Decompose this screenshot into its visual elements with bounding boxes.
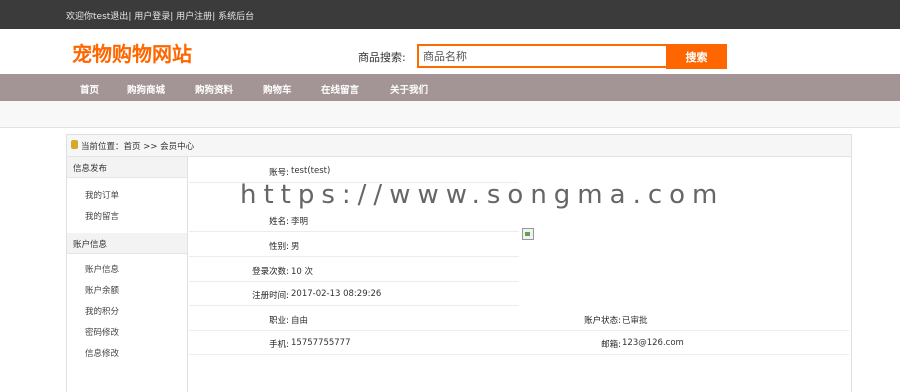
reg-time-value: 2017-02-13 08:29:26 — [291, 289, 382, 299]
sidebar: 信息发布 我的订单 我的留言 账户信息 账户信息 账户余额 我的积分 密码修改 … — [67, 157, 188, 392]
row-login-count: 登录次数: 10 次 — [189, 257, 519, 282]
sidebar-section-account: 账户信息 — [67, 233, 187, 254]
search-input[interactable] — [417, 44, 673, 68]
admin-link[interactable]: 系统后台 — [218, 12, 254, 22]
status-value: 已审批 — [622, 316, 648, 326]
sidebar-section-label: 信息发布 — [73, 164, 108, 174]
row-phone-email: 手机: 15757755777 邮箱: 123@126.com — [189, 330, 849, 355]
sidebar-item-edit-info[interactable]: 信息修改 — [85, 347, 119, 359]
separator: | — [170, 12, 174, 22]
separator: | — [212, 12, 216, 22]
main-nav: 首页 购狗商城 购狗资料 购物车 在线留言 关于我们 — [0, 74, 900, 101]
email-label: 邮箱: — [601, 340, 621, 350]
site-logo[interactable]: 宠物购物网站 — [72, 38, 192, 67]
home-icon — [71, 140, 78, 149]
row-job-status: 职业: 自由 账户状态: 已审批 — [189, 306, 849, 331]
gender-label: 性别: — [269, 242, 289, 252]
sidebar-item-points[interactable]: 我的积分 — [85, 305, 119, 317]
sidebar-item-account-info[interactable]: 账户信息 — [85, 263, 119, 275]
row-reg-time: 注册时间: 2017-02-13 08:29:26 — [189, 281, 519, 306]
nav-message[interactable]: 在线留言 — [321, 82, 359, 96]
gender-value: 男 — [291, 242, 300, 252]
sidebar-item-password[interactable]: 密码修改 — [85, 326, 119, 338]
sidebar-item-balance[interactable]: 账户余额 — [85, 284, 119, 296]
search-label: 商品搜索: — [358, 51, 406, 64]
nav-info[interactable]: 购狗资料 — [195, 82, 233, 96]
name-value: 李明 — [291, 217, 309, 227]
login-count-value: 10 次 — [291, 267, 314, 277]
welcome-text: 欢迎你test — [66, 12, 111, 22]
phone-value: 15757755777 — [291, 338, 351, 348]
top-bar: 欢迎你test退出| 用户登录| 用户注册| 系统后台 — [0, 0, 900, 29]
nav-shop[interactable]: 购狗商城 — [127, 82, 165, 96]
job-value: 自由 — [291, 316, 309, 326]
search-button[interactable]: 搜索 — [666, 44, 727, 69]
account-value: test(test) — [291, 166, 331, 176]
login-link[interactable]: 用户登录 — [134, 12, 170, 22]
job-label: 职业: — [269, 316, 289, 326]
email-value: 123@126.com — [622, 338, 684, 348]
nav-about[interactable]: 关于我们 — [390, 82, 428, 96]
row-gender: 性别: 男 — [189, 232, 519, 257]
register-link[interactable]: 用户注册 — [176, 12, 212, 22]
sidebar-section-label: 账户信息 — [73, 240, 108, 250]
member-panel: 当前位置：首页 >> 会员中心 信息发布 我的订单 我的留言 账户信息 账户信息… — [66, 134, 852, 392]
account-label: 账号: — [269, 168, 289, 178]
sidebar-section-publish: 信息发布 — [67, 157, 187, 178]
top-links: 欢迎你test退出| 用户登录| 用户注册| 系统后台 — [66, 9, 254, 22]
separator: | — [128, 12, 132, 22]
reg-time-label: 注册时间: — [252, 291, 289, 301]
name-label: 姓名: — [269, 217, 289, 227]
breadcrumb: 当前位置：首页 >> 会员中心 — [67, 135, 851, 157]
logout-link[interactable]: 退出 — [110, 12, 128, 22]
sidebar-item-orders[interactable]: 我的订单 — [85, 189, 119, 201]
breadcrumb-text: 当前位置：首页 >> 会员中心 — [81, 142, 195, 152]
phone-label: 手机: — [269, 340, 289, 350]
sub-bar — [0, 101, 900, 128]
watermark: https://www.songma.com — [240, 180, 725, 210]
nav-home[interactable]: 首页 — [80, 82, 99, 96]
row-name: 姓名: 李明 — [189, 207, 519, 232]
status-label: 账户状态: — [584, 316, 621, 326]
sidebar-item-messages[interactable]: 我的留言 — [85, 210, 119, 222]
nav-cart[interactable]: 购物车 — [263, 82, 292, 96]
image-icon — [525, 232, 530, 236]
avatar-image — [522, 228, 534, 240]
login-count-label: 登录次数: — [252, 267, 289, 277]
